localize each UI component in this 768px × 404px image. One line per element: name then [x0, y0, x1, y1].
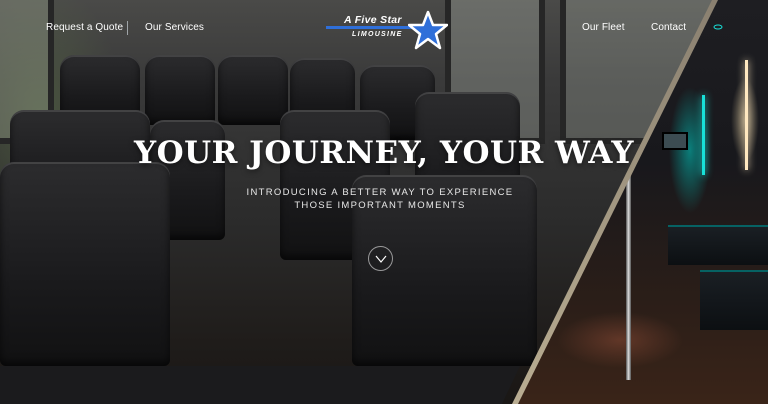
scroll-down-button[interactable] — [368, 246, 393, 271]
limo-couch — [700, 270, 768, 330]
hero-headline: YOUR JOURNEY, YOUR WAY — [133, 135, 635, 171]
bottom-strip — [0, 366, 520, 404]
search-toggle-icon[interactable] — [713, 24, 723, 30]
nav-our-fleet-link[interactable]: Our Fleet — [582, 22, 625, 33]
limo-couch — [668, 225, 768, 265]
nav-separator — [127, 21, 128, 35]
nav-our-services-link[interactable]: Our Services — [145, 22, 204, 33]
logo-text-line1: A Five Star — [344, 14, 402, 26]
logo-stripe — [326, 26, 412, 29]
star-icon — [408, 10, 448, 50]
nav-contact-link[interactable]: Contact — [651, 22, 686, 33]
dance-pole — [626, 150, 631, 380]
chevron-down-icon — [375, 255, 387, 263]
bus-seat — [145, 55, 215, 125]
hero-subline-1: INTRODUCING A BETTER WAY TO EXPERIENCE — [246, 187, 514, 198]
nav-request-quote-link[interactable]: Request a Quote — [46, 22, 123, 33]
hero-subline-2: THOSE IMPORTANT MOMENTS — [294, 200, 466, 211]
bus-seat — [218, 55, 288, 125]
site-logo[interactable]: A Five Star LIMOUSINE — [322, 10, 448, 50]
logo-text-line2: LIMOUSINE — [352, 31, 403, 38]
